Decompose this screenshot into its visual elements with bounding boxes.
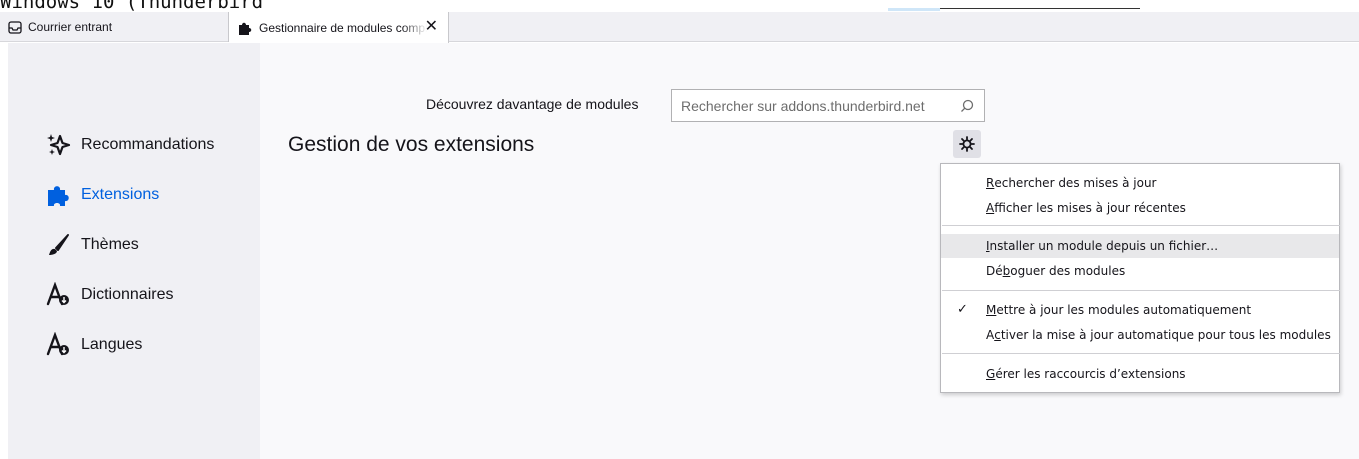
tab-label: Gestionnaire de modules complémentaires (259, 20, 427, 35)
discover-label: Découvrez davantage de modules (426, 96, 639, 112)
menu-item-view-recent-updates[interactable]: Afficher les mises à jour récentes (941, 196, 1339, 220)
menu-item-check-updates[interactable]: Rechercher des mises à jour (941, 171, 1339, 195)
accesskey: R (986, 176, 995, 190)
tab-bar: Courrier entrant Gestionnaire de modules… (0, 12, 1359, 43)
menu-item-label-prefix: Dé (986, 264, 1003, 278)
language-icon (46, 332, 69, 356)
sidebar-item-label: Langues (81, 336, 143, 353)
menu-item-label: érer les raccourcis d’extensions (995, 367, 1186, 381)
sidebar-item-label: Extensions (81, 186, 160, 203)
menu-item-label: nstaller un module depuis un fichier… (989, 239, 1219, 253)
accesskey: b (1002, 264, 1011, 278)
brush-icon (49, 234, 69, 255)
menu-item-label: ettre à jour les modules automatiquement (996, 303, 1252, 317)
inbox-icon (8, 20, 22, 34)
tab-label: Courrier entrant (28, 20, 113, 34)
search-icon[interactable] (960, 99, 974, 113)
sidebar-item-extensions[interactable]: Extensions (45, 178, 159, 212)
close-icon[interactable]: ✕ (425, 18, 438, 36)
puzzle-icon (48, 186, 69, 206)
sidebar-item-label: Dictionnaires (81, 286, 174, 303)
gear-icon (959, 136, 975, 152)
search-input[interactable]: Rechercher sur addons.thunderbird.net (671, 89, 985, 122)
search-placeholder: Rechercher sur addons.thunderbird.net (681, 97, 925, 114)
menu-item-label-prefix: A (986, 328, 995, 342)
sidebar-item-dictionaries[interactable]: Dictionnaires (45, 278, 173, 312)
page-title: Gestion de vos extensions (288, 133, 535, 156)
accesskey: c (994, 328, 1001, 342)
accesskey: G (986, 367, 996, 381)
menu-item-install-from-file[interactable]: Installer un module depuis un fichier… (941, 234, 1339, 258)
sidebar-item-languages[interactable]: Langues (45, 328, 142, 362)
puzzle-icon (239, 22, 252, 35)
menu-item-label: echercher des mises à jour (994, 176, 1157, 190)
menu-item-label: oguer des modules (1010, 264, 1126, 278)
menu-separator (942, 225, 1340, 226)
tab-inbox[interactable]: Courrier entrant (0, 12, 229, 42)
tools-dropdown-menu: Rechercher des mises à jour Afficher les… (940, 163, 1340, 393)
menu-item-enable-auto-update-all[interactable]: Ac tiver la mise à jour automatique pour … (941, 323, 1339, 347)
sidebar-item-label: Thèmes (81, 236, 139, 253)
decorative-bar (888, 8, 940, 11)
sidebar-item-recommendations[interactable]: Recommandations (45, 128, 214, 162)
checkmark-icon: ✓ (957, 302, 968, 317)
menu-separator (942, 290, 1340, 291)
sidebar-item-themes[interactable]: Thèmes (45, 228, 139, 262)
menu-item-label: fficher les mises à jour récentes (994, 201, 1186, 215)
menu-item-label: tiver la mise à jour automatique pour to… (1000, 328, 1331, 342)
tab-addons-manager[interactable]: Gestionnaire de modules complémentaires … (229, 12, 449, 43)
menu-item-manage-shortcuts[interactable]: Gérer les raccourcis d’extensions (941, 362, 1339, 386)
sidebar-item-label: Recommandations (81, 136, 215, 153)
menu-separator (942, 353, 1340, 354)
dictionary-icon (46, 282, 69, 306)
caption-text: Windows 10 (Thunderbird 78) : (0, 0, 270, 12)
sparkle-icon (47, 134, 71, 156)
tools-menu-button[interactable] (953, 130, 981, 158)
divider (940, 8, 1140, 9)
menu-item-auto-update[interactable]: ✓ Mettre à jour les modules automatiquem… (941, 298, 1339, 322)
accesskey: M (986, 303, 997, 317)
menu-item-debug-addons[interactable]: Dé b oguer des modules (941, 259, 1339, 283)
accesskey: A (986, 201, 995, 215)
